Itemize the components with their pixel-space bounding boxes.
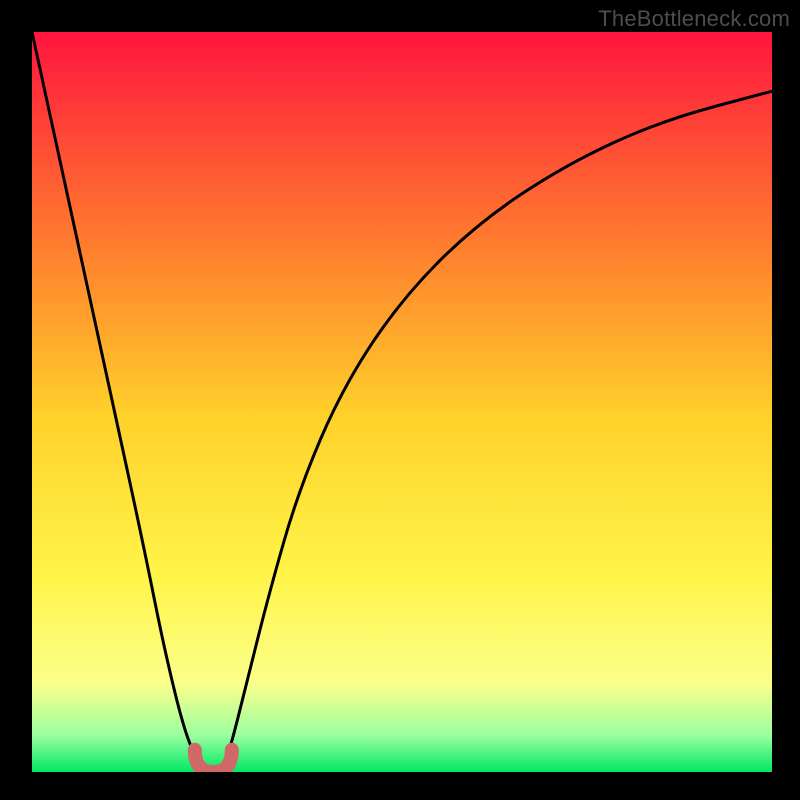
bottleneck-curve bbox=[32, 32, 772, 768]
plot-area bbox=[32, 32, 772, 772]
watermark-text: TheBottleneck.com bbox=[598, 6, 790, 32]
chart-curve-layer bbox=[32, 32, 772, 772]
outer-frame: TheBottleneck.com bbox=[0, 0, 800, 800]
valley-highlight bbox=[195, 750, 232, 772]
